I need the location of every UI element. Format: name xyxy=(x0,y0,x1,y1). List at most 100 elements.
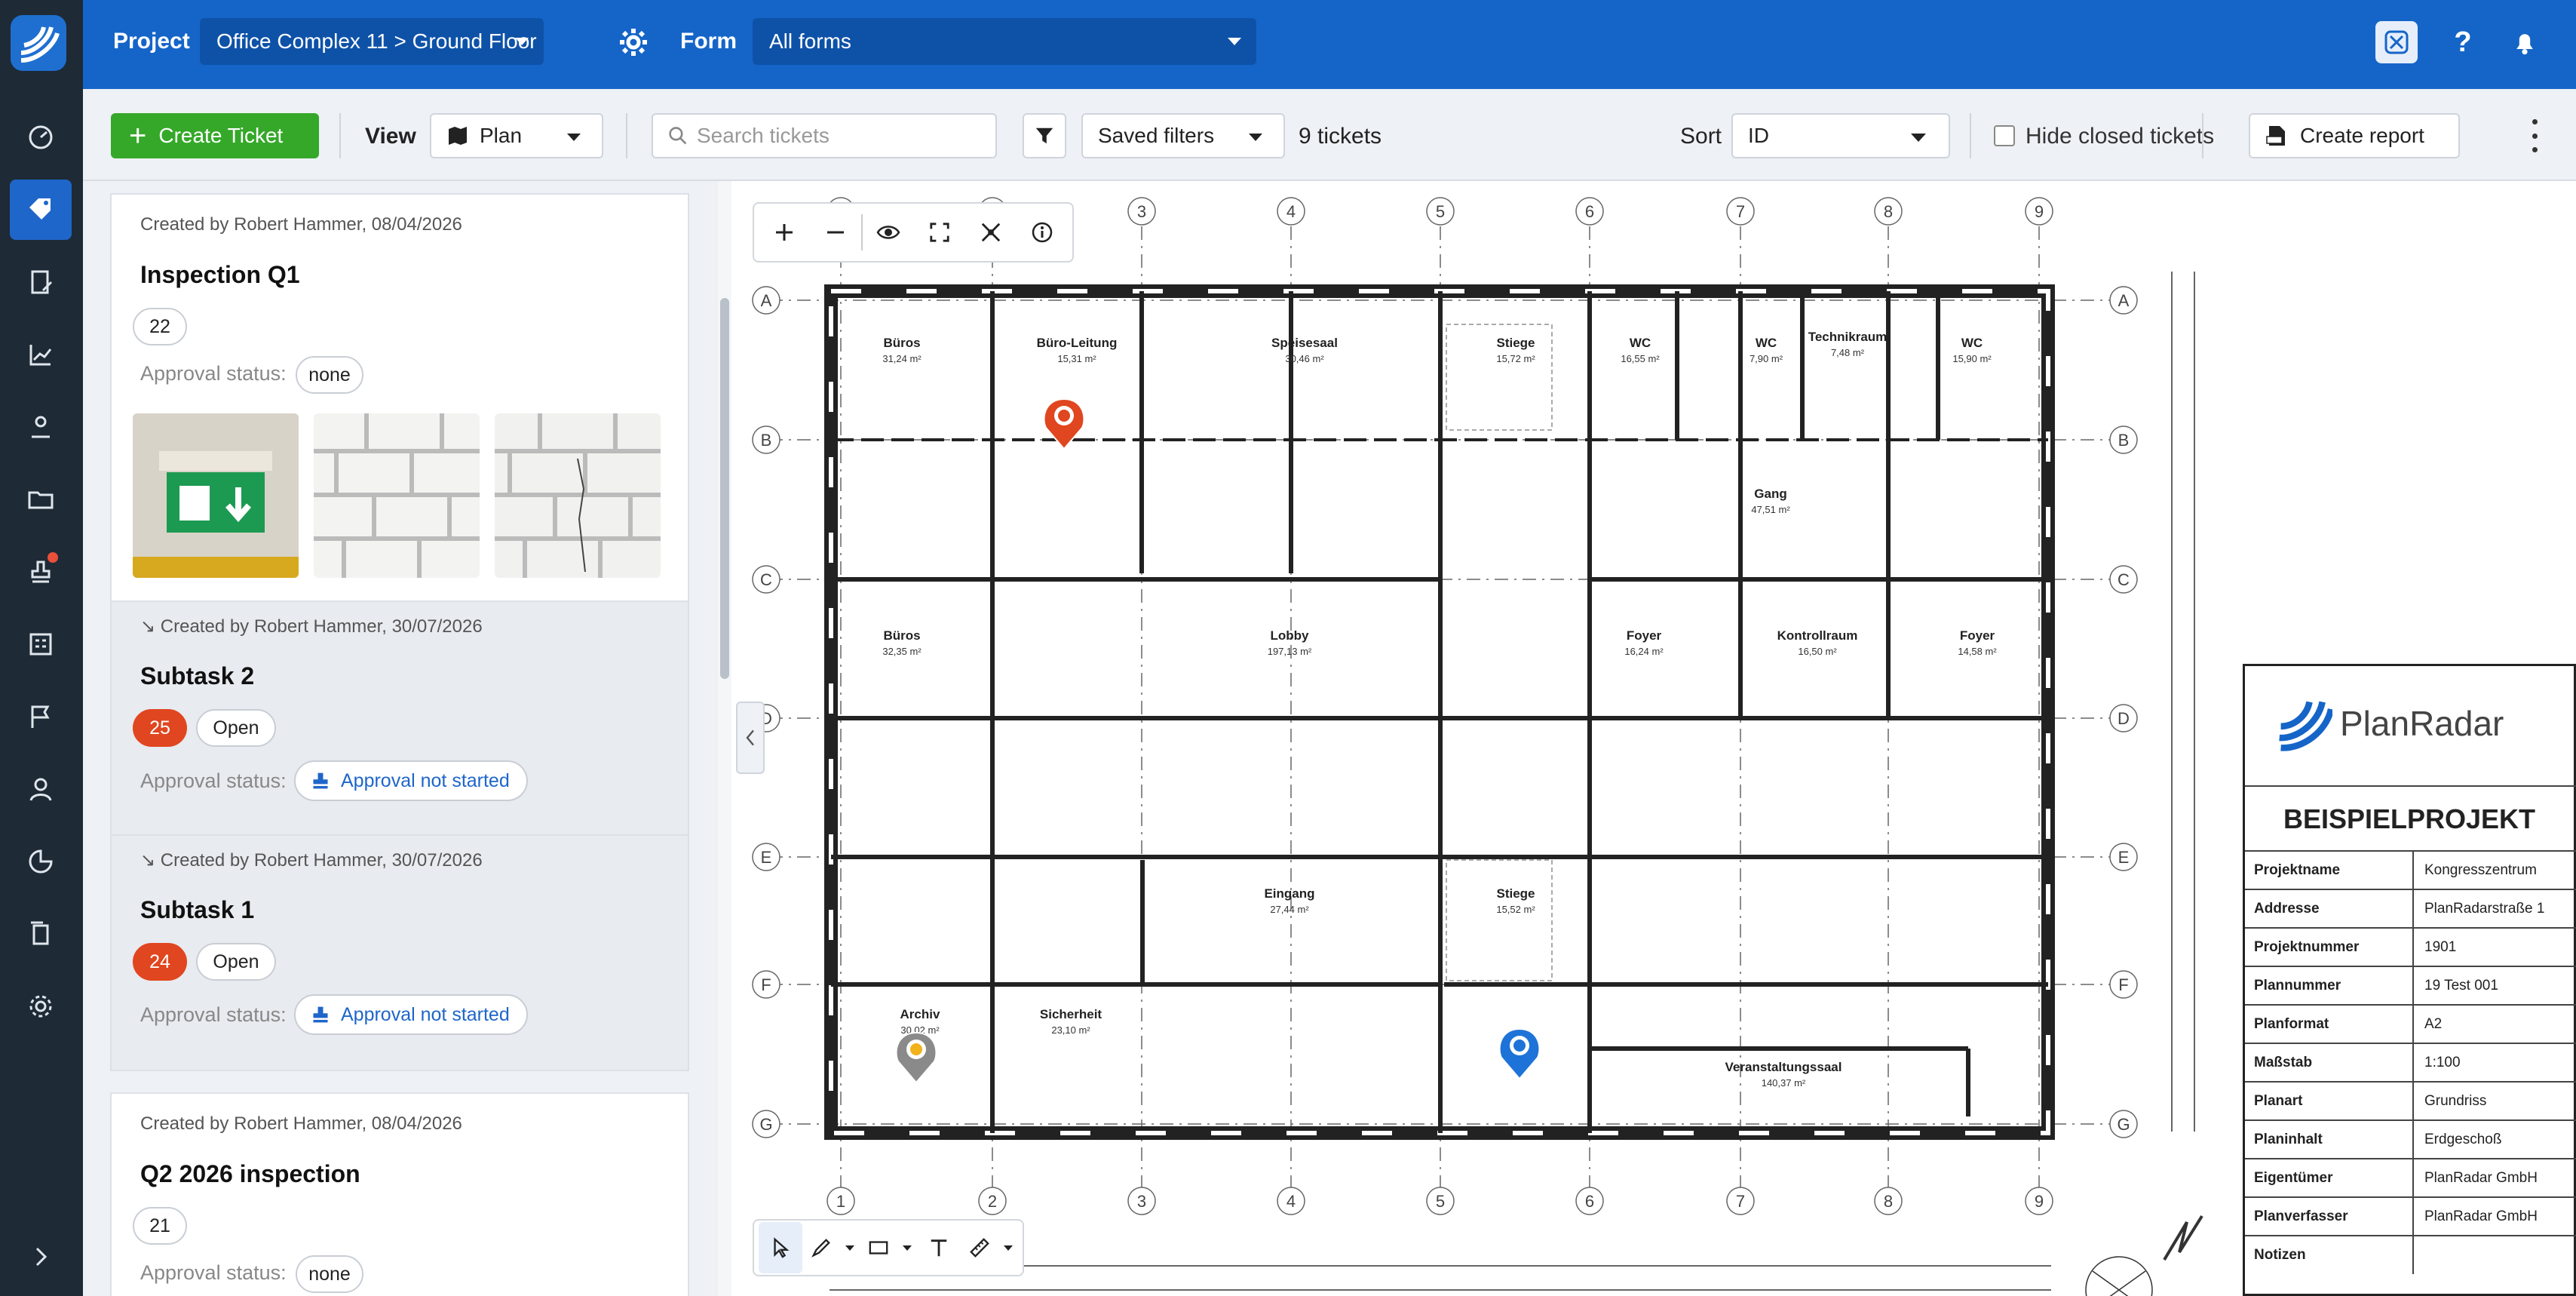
room-area: 140,37 m² xyxy=(1762,1077,1806,1089)
grid-bubble-label: 3 xyxy=(1137,202,1146,221)
approval-status-button[interactable]: Approval not started xyxy=(294,994,528,1035)
create-report-button[interactable]: Create report xyxy=(2249,113,2460,158)
collapse-view-icon[interactable] xyxy=(965,207,1017,258)
titleblock-row: Projektname Kongresszentrum xyxy=(2245,850,2576,889)
search-input[interactable]: Search tickets xyxy=(652,113,997,158)
user-icon[interactable] xyxy=(10,759,72,819)
info-icon[interactable] xyxy=(1017,207,1068,258)
saved-filters-dropdown[interactable]: Saved filters xyxy=(1081,113,1285,158)
measure-options-chevron-icon[interactable] xyxy=(998,1222,1018,1273)
pen-options-chevron-icon[interactable] xyxy=(840,1222,860,1273)
ticket-photo-exit-sign[interactable] xyxy=(133,413,299,578)
rectangle-icon[interactable] xyxy=(860,1222,897,1273)
form-selector-value: All forms xyxy=(769,29,851,53)
ticket-card[interactable]: ↘ Created by Robert Hammer, 30/07/2026 S… xyxy=(110,600,689,836)
approval-status-label: Approval not started xyxy=(341,769,510,791)
hide-closed-label: Hide closed tickets xyxy=(2026,124,2215,149)
saved-filters-label: Saved filters xyxy=(1098,124,1215,147)
room-name: Lobby xyxy=(1271,628,1310,643)
pen-icon[interactable] xyxy=(802,1222,840,1273)
ticket-created-text: Created by Robert Hammer, 30/07/2026 xyxy=(160,616,483,637)
dashboard-icon[interactable] xyxy=(10,107,72,167)
room-area: 15,52 m² xyxy=(1496,904,1535,915)
folder-icon[interactable] xyxy=(10,469,72,530)
ticket-photo-wall[interactable] xyxy=(314,413,480,578)
reports-icon[interactable] xyxy=(10,831,72,892)
zoom-out-icon[interactable] xyxy=(810,207,861,258)
sort-selector-value: ID xyxy=(1748,124,1769,147)
grid-bubble-label: B xyxy=(761,431,772,450)
planradar-logo[interactable] xyxy=(11,15,66,71)
ticket-created: Created by Robert Hammer, 08/04/2026 xyxy=(140,214,462,235)
room-area: 30,46 m² xyxy=(1285,353,1324,364)
zoom-in-icon[interactable] xyxy=(759,207,810,258)
grid-bubble-label: G xyxy=(759,1115,772,1134)
more-options-icon[interactable] xyxy=(2523,119,2546,152)
sort-selector[interactable]: ID xyxy=(1731,113,1950,158)
grid-bubble-label: E xyxy=(2118,848,2130,867)
view-selector-value: Plan xyxy=(480,124,523,147)
create-ticket-button[interactable]: + Create Ticket xyxy=(111,113,319,158)
list-scrollbar-thumb[interactable] xyxy=(720,298,729,679)
plan-zoom-toolbar xyxy=(753,202,1074,263)
statistics-icon[interactable] xyxy=(10,324,72,385)
fit-to-screen-icon[interactable] xyxy=(914,207,965,258)
gear-icon[interactable] xyxy=(612,21,655,63)
stamp-icon[interactable] xyxy=(10,542,72,602)
ticket-title: Q2 2026 inspection xyxy=(140,1160,360,1187)
grid-bubble-label: 3 xyxy=(1137,1192,1146,1211)
measure-ruler-icon[interactable] xyxy=(961,1222,998,1273)
ticket-card[interactable]: Created by Robert Hammer, 08/04/2026 Q2 … xyxy=(110,1092,689,1296)
connect-app-icon[interactable] xyxy=(2375,21,2418,63)
grid-bubble-label: 5 xyxy=(1436,202,1445,221)
filter-button[interactable] xyxy=(1023,113,1066,158)
view-selector[interactable]: Plan xyxy=(430,113,603,158)
ticket-pin-yellow[interactable] xyxy=(895,1031,937,1084)
ticket-photo-cracked-wall[interactable] xyxy=(495,413,661,578)
room-area: 16,24 m² xyxy=(1624,646,1664,657)
help-icon[interactable]: ? xyxy=(2442,21,2484,63)
ticket-created: ↘ Created by Robert Hammer, 30/07/2026 xyxy=(140,849,483,871)
search-icon xyxy=(669,127,687,145)
titleblock-row: Addresse PlanRadarstraße 1 xyxy=(2245,889,2576,928)
grid-bubble-label: 7 xyxy=(1736,1192,1745,1211)
forms-icon[interactable] xyxy=(10,252,72,312)
ticket-card[interactable]: Created by Robert Hammer, 08/04/2026 Ins… xyxy=(110,193,689,600)
titleblock-value: PlanRadarstraße 1 xyxy=(2424,900,2545,917)
shape-options-chevron-icon[interactable] xyxy=(897,1222,917,1273)
building-icon[interactable] xyxy=(10,614,72,674)
project-selector[interactable]: Office Complex 11 > Ground Floor xyxy=(200,18,544,65)
users-upload-icon[interactable] xyxy=(10,397,72,457)
flag-icon[interactable] xyxy=(10,686,72,747)
room-name: WC xyxy=(1961,336,1983,350)
settings-icon[interactable] xyxy=(10,976,72,1036)
create-ticket-label: Create Ticket xyxy=(158,124,284,147)
ticket-card[interactable]: ↘ Created by Robert Hammer, 30/07/2026 S… xyxy=(110,836,689,1071)
expand-chevron-icon[interactable] xyxy=(10,1227,72,1287)
tickets-icon[interactable] xyxy=(10,180,72,240)
ticket-list: Created by Robert Hammer, 08/04/2026 Ins… xyxy=(83,181,716,1296)
documents-icon[interactable] xyxy=(10,904,72,964)
planradar-brand: PlanRadar xyxy=(2275,695,2504,752)
approval-status-button[interactable]: Approval not started xyxy=(294,760,528,801)
titleblock-row: Plannummer 19 Test 001 xyxy=(2245,966,2576,1005)
stamp-icon xyxy=(313,772,328,789)
room-name: Stiege xyxy=(1496,886,1535,901)
hide-closed-checkbox[interactable] xyxy=(1994,125,2015,146)
text-tool-icon[interactable] xyxy=(917,1222,961,1273)
grid-bubble-label: 8 xyxy=(1884,202,1893,221)
form-selector[interactable]: All forms xyxy=(753,18,1256,65)
titleblock-value: PlanRadar GmbH xyxy=(2424,1208,2538,1224)
collapse-list-button[interactable] xyxy=(736,702,765,774)
ticket-pin-red[interactable] xyxy=(1043,398,1085,450)
bell-icon[interactable] xyxy=(2504,21,2546,63)
ticket-pin-blue[interactable] xyxy=(1498,1027,1541,1080)
ticket-status-badge: Open xyxy=(196,709,276,747)
project-selector-value: Office Complex 11 > Ground Floor xyxy=(216,29,537,53)
visibility-eye-icon[interactable] xyxy=(863,207,914,258)
approval-status-label: Approval not started xyxy=(341,1003,510,1025)
pdf-icon xyxy=(2266,126,2285,146)
select-cursor-icon[interactable] xyxy=(759,1222,802,1273)
titleblock-value: 1901 xyxy=(2424,938,2457,955)
room-area: 15,31 m² xyxy=(1057,353,1096,364)
